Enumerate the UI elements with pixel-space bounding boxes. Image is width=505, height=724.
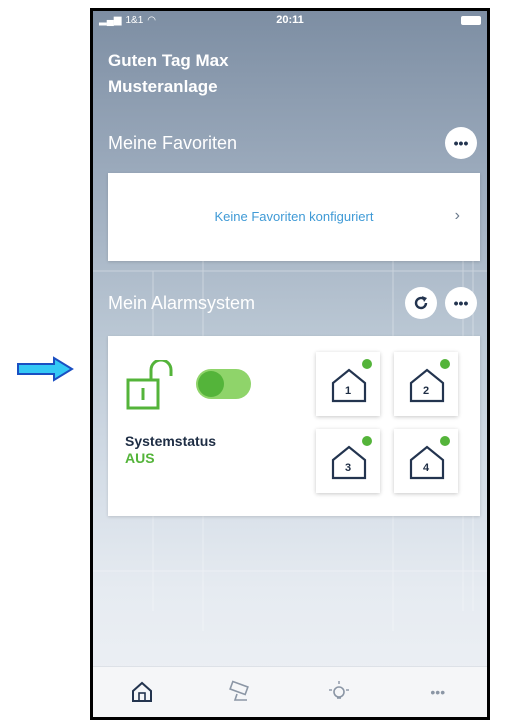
tab-more[interactable]: ••• bbox=[389, 667, 488, 717]
alarm-refresh-button[interactable] bbox=[405, 287, 437, 319]
tab-camera[interactable] bbox=[192, 667, 291, 717]
alarm-title: Mein Alarmsystem bbox=[108, 293, 256, 313]
favorites-card[interactable]: Keine Favoriten konfiguriert › bbox=[108, 173, 480, 261]
more-dots-icon: ••• bbox=[453, 295, 469, 311]
zone-number: 2 bbox=[422, 385, 430, 397]
zone-status-dot bbox=[362, 436, 372, 446]
alarm-card: Systemstatus AUS 1 2 3 4 bbox=[108, 336, 480, 516]
battery-icon bbox=[461, 16, 481, 25]
zone-status-dot bbox=[440, 359, 450, 369]
unlocked-padlock-icon[interactable] bbox=[125, 360, 181, 412]
favorites-more-button[interactable]: ••• bbox=[445, 127, 477, 159]
installation-name: Musteranlage bbox=[108, 77, 218, 96]
zone-number: 1 bbox=[344, 385, 352, 397]
arm-toggle[interactable] bbox=[196, 369, 251, 399]
more-dots-icon: ••• bbox=[453, 135, 469, 151]
system-status-label: Systemstatus bbox=[125, 433, 217, 449]
tab-lights[interactable] bbox=[290, 667, 389, 717]
bulb-icon bbox=[329, 681, 350, 699]
bottom-tab-bar: ••• bbox=[93, 666, 487, 717]
home-icon bbox=[132, 681, 153, 702]
zone-status-dot bbox=[362, 359, 372, 369]
camera-icon bbox=[228, 680, 249, 701]
zone-number: 4 bbox=[422, 462, 430, 474]
system-status-value: AUS bbox=[125, 450, 155, 466]
refresh-icon bbox=[414, 296, 428, 310]
favorites-empty-text: Keine Favoriten konfiguriert bbox=[214, 209, 374, 224]
pointer-arrow-icon bbox=[17, 356, 74, 382]
zone-2-button[interactable]: 2 bbox=[394, 352, 458, 416]
more-dots-icon: ••• bbox=[430, 684, 446, 700]
tab-home[interactable] bbox=[93, 667, 192, 717]
greeting-name: Guten Tag Max bbox=[108, 51, 229, 70]
phone-screen: ▂▄▆ 1&1 ◠ 20:11 Guten Tag Max Musteranla… bbox=[90, 8, 490, 720]
zone-3-button[interactable]: 3 bbox=[316, 429, 380, 493]
toggle-knob bbox=[198, 371, 224, 397]
clock: 20:11 bbox=[276, 14, 304, 26]
zone-1-button[interactable]: 1 bbox=[316, 352, 380, 416]
chevron-right-icon: › bbox=[454, 207, 460, 224]
status-bar: ▂▄▆ 1&1 ◠ 20:11 bbox=[93, 11, 487, 31]
favorites-title: Meine Favoriten bbox=[108, 133, 238, 153]
alarm-more-button[interactable]: ••• bbox=[445, 287, 477, 319]
zone-4-button[interactable]: 4 bbox=[394, 429, 458, 493]
zone-number: 3 bbox=[344, 462, 352, 474]
zone-status-dot bbox=[440, 436, 450, 446]
